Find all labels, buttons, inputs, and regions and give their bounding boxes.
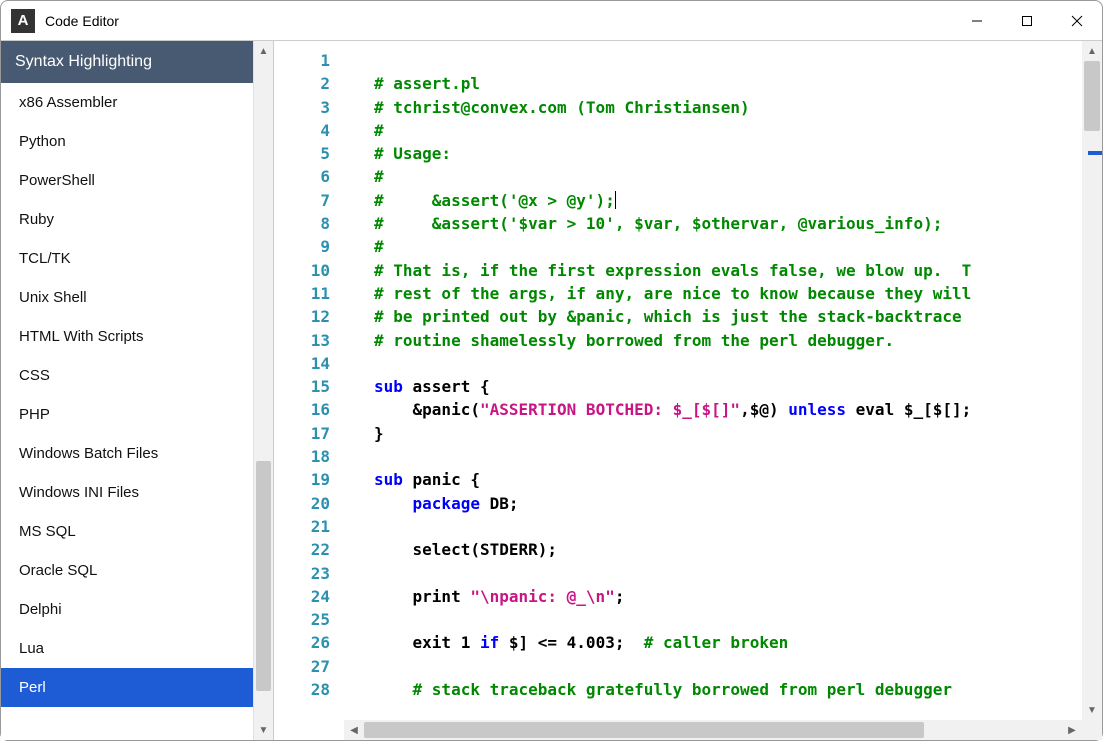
titlebar: A Code Editor <box>1 1 1102 41</box>
code-line: # <box>374 167 384 186</box>
scroll-spacer <box>274 720 344 740</box>
code-token: exit 1 <box>374 633 480 652</box>
sidebar-item-powershell[interactable]: PowerShell <box>1 161 253 200</box>
code-token: assert { <box>403 377 490 396</box>
code-token-keyword: package <box>374 494 480 513</box>
sidebar-wrap: Syntax Highlighting x86 AssemblerPythonP… <box>1 41 274 740</box>
code-token-keyword: sub <box>374 470 403 489</box>
window-title: Code Editor <box>45 13 119 29</box>
code-line: # <box>374 121 384 140</box>
sidebar-item-windows-ini-files[interactable]: Windows INI Files <box>1 473 253 512</box>
code-line: # tchrist@convex.com (Tom Christiansen) <box>374 98 750 117</box>
code-token: $] <= 4.003; <box>499 633 644 652</box>
scroll-left-icon[interactable]: ◀ <box>344 720 364 740</box>
code-token-string: "\npanic: @_\n" <box>470 587 615 606</box>
code-token: panic { <box>403 470 480 489</box>
sidebar-item-delphi[interactable]: Delphi <box>1 590 253 629</box>
sidebar-item-css[interactable]: CSS <box>1 356 253 395</box>
code-token: DB; <box>480 494 519 513</box>
scroll-track[interactable] <box>1082 61 1102 700</box>
sidebar-item-perl[interactable]: Perl <box>1 668 253 707</box>
code-line: # assert.pl <box>374 74 480 93</box>
sidebar-item-html-with-scripts[interactable]: HTML With Scripts <box>1 317 253 356</box>
app-window: A Code Editor Syntax Highlighting x86 As… <box>0 0 1103 741</box>
editor: 1 2 3 4 5 6 7 8 9 10 11 12 13 14 15 16 1… <box>274 41 1102 740</box>
code-line: # rest of the args, if any, are nice to … <box>374 284 971 303</box>
code-token: &panic( <box>374 400 480 419</box>
sidebar-item-windows-batch-files[interactable]: Windows Batch Files <box>1 434 253 473</box>
sidebar-item-php[interactable]: PHP <box>1 395 253 434</box>
minimize-button[interactable] <box>952 1 1002 40</box>
editor-scroll-wrap: 1 2 3 4 5 6 7 8 9 10 11 12 13 14 15 16 1… <box>274 41 1102 720</box>
code-token-comment: # caller broken <box>644 633 789 652</box>
code-content[interactable]: # assert.pl # tchrist@convex.com (Tom Ch… <box>344 41 1082 720</box>
close-button[interactable] <box>1052 1 1102 40</box>
sidebar-list[interactable]: x86 AssemblerPythonPowerShellRubyTCL/TKU… <box>1 83 253 740</box>
window-controls <box>952 1 1102 40</box>
scroll-up-icon[interactable]: ▲ <box>1082 41 1102 61</box>
editor-horizontal-scrollbar[interactable]: ◀ ▶ <box>274 720 1102 740</box>
scroll-down-icon[interactable]: ▼ <box>254 720 273 740</box>
scroll-thumb[interactable] <box>1084 61 1100 131</box>
code-line: # be printed out by &panic, which is jus… <box>374 307 971 326</box>
sidebar-scrollbar[interactable]: ▲ ▼ <box>253 41 273 740</box>
code-token: ,$@) <box>740 400 788 419</box>
sidebar-item-unix-shell[interactable]: Unix Shell <box>1 278 253 317</box>
scroll-track[interactable] <box>364 720 1062 740</box>
code-line: # stack traceback gratefully borrowed fr… <box>374 680 952 699</box>
sidebar-item-lua[interactable]: Lua <box>1 629 253 668</box>
scroll-right-icon[interactable]: ▶ <box>1062 720 1082 740</box>
sidebar-item-tcl-tk[interactable]: TCL/TK <box>1 239 253 278</box>
editor-vertical-scrollbar[interactable]: ▲ ▼ <box>1082 41 1102 720</box>
code-token: ; <box>615 587 625 606</box>
code-token-keyword: unless <box>788 400 846 419</box>
sidebar-item-ruby[interactable]: Ruby <box>1 200 253 239</box>
code-line: # Usage: <box>374 144 451 163</box>
scroll-thumb[interactable] <box>364 722 924 738</box>
code-token-keyword: sub <box>374 377 403 396</box>
line-number-gutter: 1 2 3 4 5 6 7 8 9 10 11 12 13 14 15 16 1… <box>274 41 344 720</box>
code-token: eval $_[$[]; <box>846 400 971 419</box>
scroll-track[interactable] <box>254 61 273 720</box>
scroll-down-icon[interactable]: ▼ <box>1082 700 1102 720</box>
code-line: } <box>374 424 384 443</box>
scroll-thumb[interactable] <box>256 461 271 691</box>
edit-marker <box>1088 151 1102 155</box>
code-line: # <box>374 237 384 256</box>
code-token-keyword: if <box>480 633 499 652</box>
sidebar-item-python[interactable]: Python <box>1 122 253 161</box>
sidebar-item-oracle-sql[interactable]: Oracle SQL <box>1 551 253 590</box>
code-token-string: "ASSERTION BOTCHED: $_[$[]" <box>480 400 740 419</box>
sidebar-header: Syntax Highlighting <box>1 41 253 83</box>
code-token: print <box>374 587 470 606</box>
app-icon: A <box>11 9 35 33</box>
code-line: # &assert('@x > @y'); <box>374 191 615 210</box>
code-line: # That is, if the first expression evals… <box>374 261 971 280</box>
sidebar-item-ms-sql[interactable]: MS SQL <box>1 512 253 551</box>
sidebar-item-x86-assembler[interactable]: x86 Assembler <box>1 83 253 122</box>
body: Syntax Highlighting x86 AssemblerPythonP… <box>1 41 1102 740</box>
sidebar: Syntax Highlighting x86 AssemblerPythonP… <box>1 41 253 740</box>
text-caret <box>615 191 616 209</box>
code-line: # &assert('$var > 10', $var, $othervar, … <box>374 214 942 233</box>
code-line: # routine shamelessly borrowed from the … <box>374 331 894 350</box>
scroll-up-icon[interactable]: ▲ <box>254 41 273 61</box>
maximize-button[interactable] <box>1002 1 1052 40</box>
scroll-corner <box>1082 720 1102 740</box>
code-line: select(STDERR); <box>374 540 557 559</box>
